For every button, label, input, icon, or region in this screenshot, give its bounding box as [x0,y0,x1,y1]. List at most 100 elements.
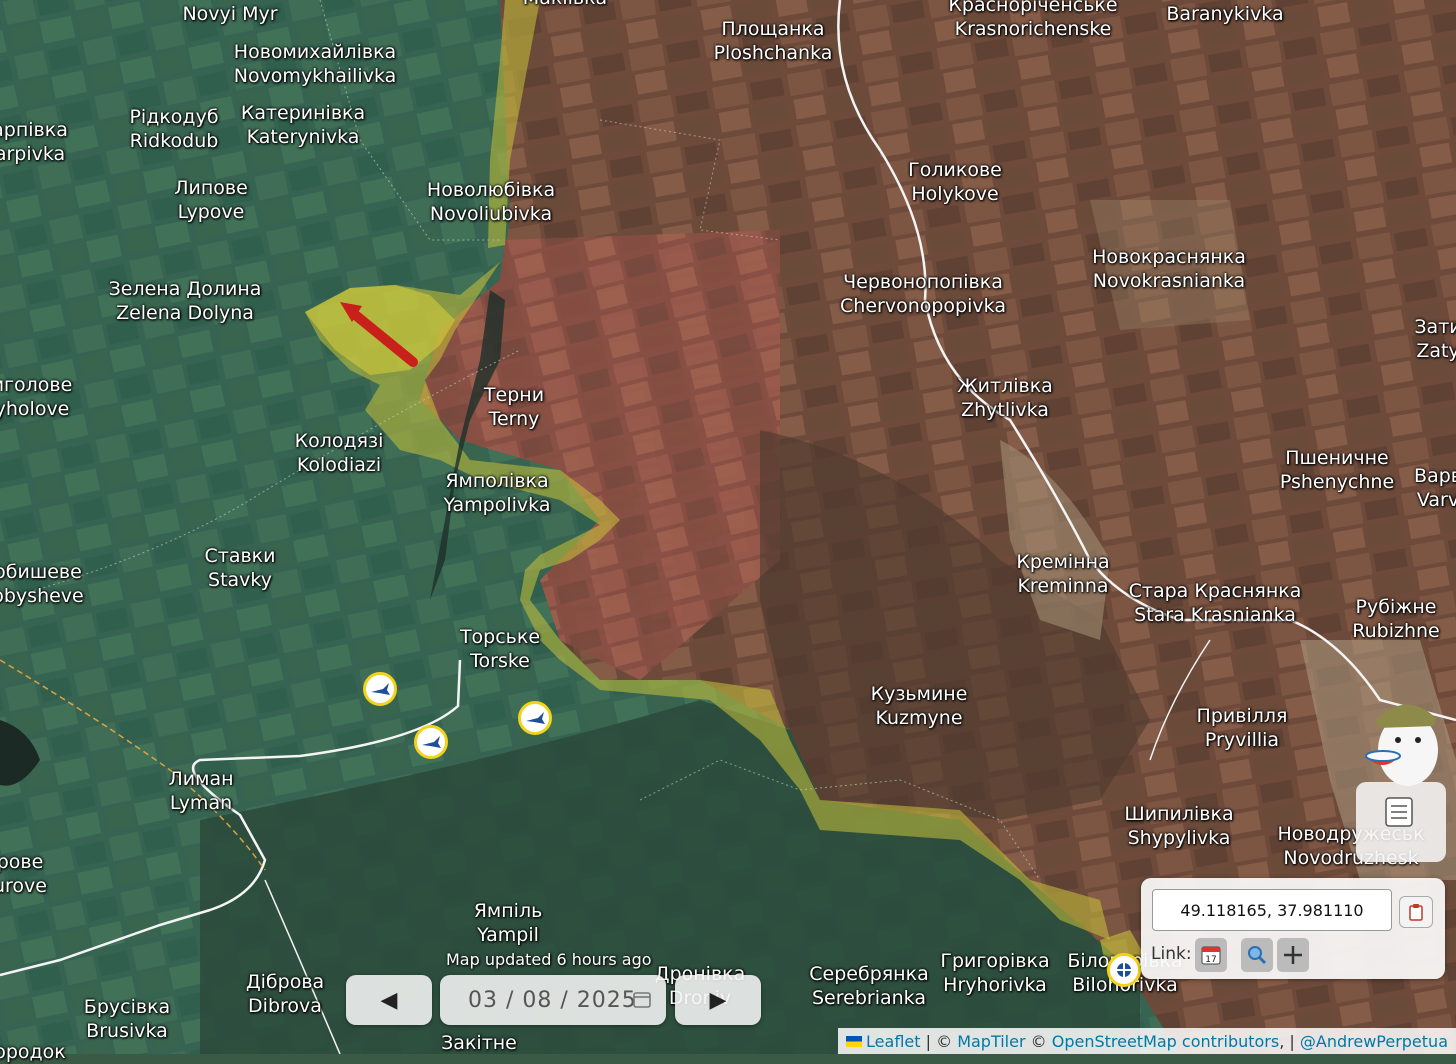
place-label-line: арпівка [0,119,68,141]
date-picker[interactable]: 03 / 08 / 2025 [440,975,666,1025]
place-label-katerynivka: Катеринівка Katerynivka [241,101,365,149]
magnifier-icon[interactable] [1241,938,1273,972]
place-label-novomykhailivka: Новомихайлівка Novomykhailivka [234,40,397,88]
link-label: Link: [1151,944,1192,964]
place-label-line: Торське [459,626,541,648]
place-label-line: Діброва [245,971,325,993]
next-date-button[interactable]: ▶ [675,975,761,1025]
crosshair-icon[interactable] [1277,938,1309,972]
place-label-yampil: Ямпіль Yampil [474,899,543,947]
place-label-line: Зати [1414,316,1456,338]
place-label-karpivka: арпівкаarpivka [0,118,68,166]
place-label-makiivka: Макіївка [523,0,607,10]
place-label-stavky: Ставки Stavky [205,544,276,592]
place-label-line: obysheve [0,585,84,607]
place-label-line: Brusivka [86,1020,168,1042]
place-label-line: Hryhorivka [943,974,1047,996]
place-label-line: Ямпіль [473,900,543,922]
place-label-line: Новокраснянка [1092,246,1246,268]
place-label-lypove: Липове Lypove [174,176,248,224]
place-label-line: Lypove [177,201,245,223]
place-label-line: Krasnorichenske [954,18,1112,40]
place-label-line: Шипилівка [1124,803,1234,825]
place-label-zelena-dolyna: Зелена Долина Zelena Dolyna [109,277,262,325]
place-label-line: Макіївка [523,0,607,10]
place-label-novyi-myr: Novyi Myr [182,2,277,26]
place-label-line: Варв [1414,465,1456,487]
place-label-ridkodub: Рідкодуб Ridkodub [129,105,218,153]
place-label-line: Зелена Долина [108,278,262,300]
mascot-image [1356,690,1446,862]
place-label-line: Червонопопівка [843,271,1003,293]
coordinates-panel: Link: 17 [1141,878,1445,979]
leaflet-link[interactable]: Leaflet [866,1032,920,1051]
place-label-line: Yampil [477,924,539,946]
place-label-chervonopopivka: Червонопопівка Chervonopopivka [840,270,1006,318]
date-value: 03 / 08 / 2025 [468,987,637,1013]
clipboard-icon[interactable] [1399,896,1433,928]
svg-text:17: 17 [1205,955,1216,965]
aircraft-icon[interactable] [363,672,397,706]
place-label-line: Novyi Myr [182,3,278,25]
place-label-line: Ставки [204,545,276,567]
place-label-kuzmyne: Кузьмине Kuzmyne [871,682,968,730]
ukraine-flag-icon [846,1035,863,1047]
previous-date-button[interactable]: ◀ [346,975,432,1025]
place-label-varvarivka: ВарвVarv [1414,464,1456,512]
unit-marker-icon[interactable] [1107,953,1141,987]
place-label-yampolivka: Ямполівка Yampolivka [444,469,551,517]
place-label-pryvillia: Привілля Pryvillia [1197,704,1288,752]
place-label-line: Новомихайлівка [233,41,397,63]
place-label-terny: Терни Terny [484,383,544,431]
place-label-line: Kreminna [1017,575,1109,597]
place-label-line: Dibrova [248,995,322,1017]
place-label-line: обишеве [0,561,82,583]
place-label-lyman: Лиман Lyman [168,767,233,815]
place-label-line: urove [0,875,47,897]
author-link[interactable]: @AndrewPerpetua [1300,1032,1448,1051]
place-label-line: Novoliubivka [429,203,553,225]
calendar-icon[interactable] [632,989,652,1009]
place-label-line: Baranykivka [1166,3,1284,25]
place-label-line: Ploshchanka [713,42,833,64]
place-label-line: Красноріченське [948,0,1118,16]
place-label-line: Ridkodub [129,130,219,152]
place-label-line: Брусівка [83,996,171,1018]
place-label-line: arpivka [0,143,66,165]
coordinates-input[interactable] [1152,889,1392,931]
aircraft-icon[interactable] [414,725,448,759]
place-label-line: Zhytlivka [961,399,1049,421]
place-label-line: Рубіжне [1355,596,1437,618]
place-label-yahholove: иголовеyholove [0,373,72,421]
place-label-line: Rubizhne [1352,620,1440,642]
place-label-line: Zaty [1416,340,1456,362]
place-label-line: Терни [483,384,545,406]
place-label-line: Kuzmyne [875,707,963,729]
osm-link[interactable]: OpenStreetMap contributors [1052,1032,1280,1051]
place-label-stara-krasnianka: Стара Краснянка Stara Krasnianka [1129,579,1302,627]
place-label-line: Григорівка [940,950,1050,972]
place-label-line: Chervonopopivka [840,295,1006,317]
place-label-line: Varv [1416,489,1456,511]
place-label-line: Серебрянка [809,963,929,985]
right-arrow-icon: ▶ [709,987,727,1013]
place-label-zatyshshia: Зати Zaty [1414,315,1456,363]
place-label-line: Рідкодуб [129,106,219,128]
place-label-line: Katerynivka [246,126,360,148]
place-label-baranykivka: Baranykivka [1166,2,1283,26]
place-label-line: Закітне [441,1032,517,1054]
maptiler-link[interactable]: MapTiler [957,1032,1025,1051]
map-updated-status: Map updated 6 hours ago [446,950,652,969]
place-label-line: Колодязі [294,430,384,452]
place-label-ploshchanka: Площанка Ploshchanka [714,17,833,65]
place-label-zhytlivka: Житлівка Zhytlivka [957,374,1053,422]
place-label-dibrova: Діброва Dibrova [246,970,324,1018]
place-label-line: Serebrianka [812,987,926,1009]
place-label-line: Kolodiazi [296,454,382,476]
aircraft-icon[interactable] [518,701,552,735]
calendar-icon[interactable]: 17 [1195,938,1227,972]
place-label-pshenychne: Пшеничне Pshenychne [1280,446,1394,494]
place-label-line: Holykove [911,183,999,205]
place-label-rubizhne: Рубіжне Rubizhne [1352,595,1439,643]
place-label-line: Pryvillia [1204,729,1280,751]
